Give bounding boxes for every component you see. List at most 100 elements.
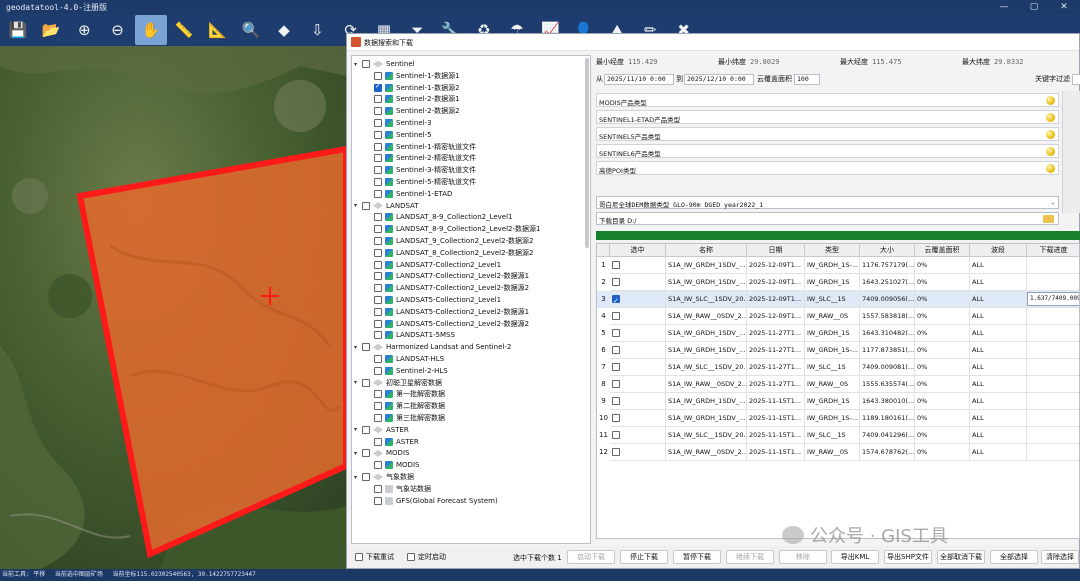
layers-icon[interactable]: ◆ (268, 15, 300, 45)
tree-group-31[interactable]: ▾ ASTER (354, 424, 409, 436)
export-kml-button[interactable]: 导出KML (831, 550, 879, 564)
timer-checkbox[interactable]: 定时启动 (407, 552, 446, 562)
col-name-header[interactable]: 名称 (666, 244, 747, 257)
tree-checkbox[interactable] (374, 71, 382, 80)
dialog-title-bar[interactable]: 数据搜索和下载 (347, 34, 1079, 51)
tree-item-7[interactable]: Sentinel-1-精密轨道文件 (374, 141, 476, 153)
row-checkbox[interactable] (612, 448, 620, 456)
col-band-header[interactable]: 波段 (970, 244, 1027, 257)
minimize-button[interactable]: — (994, 2, 1014, 13)
row-checkbox[interactable] (612, 397, 620, 405)
tree-checkbox[interactable] (374, 366, 382, 375)
tree-checkbox[interactable] (374, 296, 382, 304)
cell-select[interactable] (610, 291, 666, 308)
col-date-header[interactable]: 日期 (747, 244, 805, 257)
tree-checkbox[interactable] (374, 319, 382, 328)
table-row[interactable]: 12 S1A_IW_RAW__0SDV_2... 2025-11-15T1... IW… (597, 444, 1079, 461)
data-source-tree[interactable]: ▾ Sentinel Sentinel-1-数据源1 Sentinel-1-数据源2 S… (351, 55, 591, 544)
tree-item-16[interactable]: LANDSAT_8_Collection2_Level2-数据源2 (374, 247, 534, 259)
tree-group-33[interactable]: ▾ MODIS (354, 447, 409, 459)
tree-checkbox[interactable] (374, 95, 382, 104)
tree-checkbox[interactable] (362, 473, 370, 481)
tree-checkbox[interactable] (374, 461, 382, 470)
coin-icon[interactable] (1046, 113, 1055, 122)
retry-checkbox[interactable]: 下载重试 (355, 552, 394, 562)
row-checkbox[interactable] (612, 261, 620, 269)
tree-checkbox[interactable] (374, 307, 382, 316)
cloud-cover-spinner[interactable]: 100 (794, 73, 820, 85)
tree-group-12[interactable]: ▾ LANDSAT (354, 200, 419, 212)
table-row[interactable]: 3 S1A_IW_SLC__1SDV_20...2025-12-09T1...IW… (597, 291, 1079, 308)
table-row[interactable]: 10 S1A_IW_GRDH_1SDV_... 2025-11-15T1... IW_… (597, 410, 1079, 427)
tree-item-23[interactable]: LANDSAT1-5MSS (374, 329, 455, 341)
tree-checkbox[interactable] (374, 130, 382, 139)
tree-item-36[interactable]: 气象站数据 (374, 483, 431, 495)
table-row[interactable]: 9 S1A_IW_GRDH_1SDV_... 2025-11-15T1... IW_G… (597, 393, 1079, 410)
product-type-row[interactable]: 高德POI类型 (596, 161, 1059, 175)
tree-checkbox[interactable] (374, 496, 382, 505)
table-row[interactable]: 4 S1A_IW_RAW__0SDV_2... 2025-12-09T1... IW_… (597, 308, 1079, 325)
dem-type-select[interactable]: 哥白尼全球DEM数据类型 GLO-90m DGED year2022_1 ⌄ (596, 196, 1059, 209)
folder-icon[interactable] (1043, 215, 1054, 223)
tree-item-11[interactable]: Sentinel-1-ETAD (374, 188, 452, 200)
tree-checkbox[interactable] (374, 331, 382, 340)
product-type-row[interactable]: MODIS产品类型 (596, 93, 1059, 107)
tree-checkbox[interactable] (374, 178, 382, 186)
tree-item-20[interactable]: LANDSAT5-Collection2_Level1 (374, 294, 501, 306)
caret-icon[interactable]: ▾ (354, 474, 362, 481)
col-cloud-header[interactable]: 云覆盖面积 (915, 244, 970, 257)
tree-checkbox[interactable] (374, 484, 382, 493)
cell-select[interactable] (610, 325, 666, 342)
cell-select[interactable] (610, 410, 666, 427)
tree-item-1[interactable]: Sentinel-1-数据源1 (374, 70, 460, 82)
tree-checkbox[interactable] (374, 154, 382, 163)
row-checkbox[interactable] (612, 346, 620, 354)
keyword-filter-input[interactable] (1072, 73, 1080, 85)
row-checkbox[interactable] (612, 363, 620, 371)
tree-item-17[interactable]: LANDSAT7-Collection2_Level1 (374, 259, 501, 271)
tree-item-18[interactable]: LANDSAT7-Collection2_Level2-数据源1 (374, 270, 529, 282)
product-type-row[interactable]: SENTINEL5产品类型 (596, 127, 1059, 141)
download-dir-field[interactable]: 下载目录 D:/ (596, 212, 1059, 225)
coin-icon[interactable] (1046, 147, 1055, 156)
clear-selection-button[interactable]: 清除选择 (1041, 550, 1079, 564)
tree-checkbox[interactable] (374, 355, 382, 363)
row-checkbox[interactable] (612, 431, 620, 439)
tree-checkbox[interactable] (374, 142, 382, 151)
tree-item-6[interactable]: Sentinel-5 (374, 129, 432, 141)
table-row[interactable]: 7 S1A_IW_SLC__1SDV_20... 2025-11-27T1... IW… (597, 359, 1079, 376)
col-size-header[interactable]: 大小 (860, 244, 915, 257)
tree-item-29[interactable]: 第二批解密数据 (374, 400, 445, 412)
tree-item-3[interactable]: Sentinel-2-数据源1 (374, 93, 460, 105)
map-view[interactable] (0, 46, 346, 569)
measure-area-icon[interactable]: 📐 (201, 15, 233, 45)
tree-checkbox[interactable] (374, 82, 382, 92)
caret-icon[interactable]: ▾ (354, 61, 362, 68)
cell-select[interactable] (610, 444, 666, 461)
results-table[interactable]: 选中 名称 日期 类型 大小 云覆盖面积 波段 下载进度 1 S1A_IW_GRDH_1SDV_.… (596, 243, 1080, 539)
search-icon[interactable]: 🔍 (235, 15, 267, 45)
tree-item-8[interactable]: Sentinel-2-精密轨道文件 (374, 152, 476, 164)
caret-icon[interactable]: ▾ (354, 450, 362, 457)
cell-select[interactable] (610, 427, 666, 444)
coin-icon[interactable] (1046, 96, 1055, 105)
tree-checkbox[interactable] (374, 248, 382, 257)
caret-icon[interactable]: ▾ (354, 379, 362, 386)
download-icon[interactable]: ⇩ (301, 15, 333, 45)
tree-checkbox[interactable] (374, 119, 382, 127)
stop-download-button[interactable]: 停止下载 (620, 550, 668, 564)
tree-item-10[interactable]: Sentinel-5-精密轨道文件 (374, 176, 476, 188)
close-button[interactable]: ✕ (1054, 2, 1074, 13)
caret-icon[interactable]: ▾ (354, 344, 362, 351)
product-type-row[interactable]: SENTINEL1-ETAD产品类型 (596, 110, 1059, 124)
tree-checkbox[interactable] (374, 437, 382, 446)
tree-item-28[interactable]: 第一批解密数据 (374, 388, 445, 400)
cell-select[interactable] (610, 393, 666, 410)
table-row[interactable]: 2 S1A_IW_GRDH_1SDV_... 2025-12-09T1... IW_G… (597, 274, 1079, 291)
row-checkbox[interactable] (612, 380, 620, 388)
tree-checkbox[interactable] (362, 449, 370, 458)
tree-checkbox[interactable] (374, 107, 382, 116)
tree-checkbox[interactable] (374, 213, 382, 222)
table-row[interactable]: 5 S1A_IW_GRDH_1SDV_... 2025-11-27T1... IW_G… (597, 325, 1079, 342)
select-all-button[interactable]: 全部选择 (990, 550, 1038, 564)
